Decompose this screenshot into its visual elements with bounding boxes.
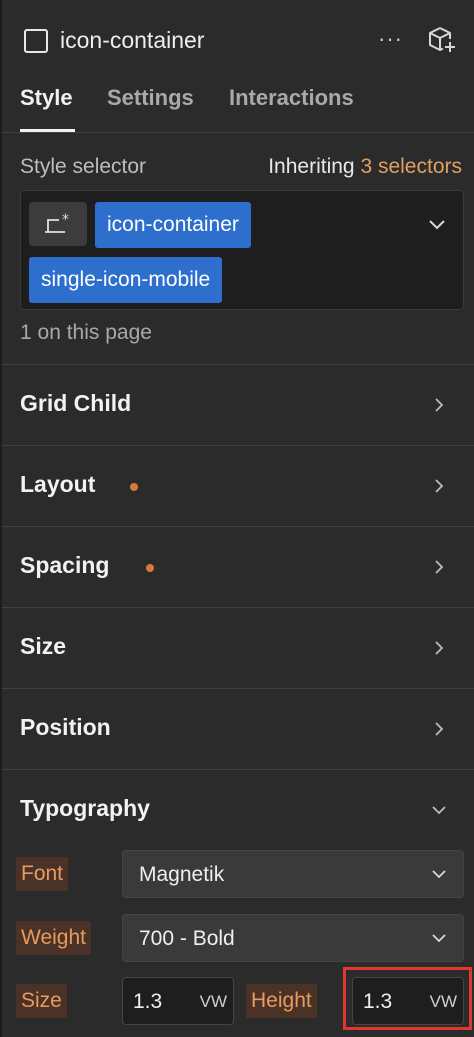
svg-text:*: * [62, 212, 69, 228]
weight-select[interactable]: 700 - Bold [122, 914, 464, 962]
class-type-button[interactable]: * [29, 202, 87, 246]
font-value: Magnetik [139, 863, 225, 886]
class-selector-icon: * [45, 212, 69, 233]
chevron-down-icon [432, 870, 446, 879]
chevron-right-icon [435, 398, 444, 412]
chevron-right-icon [435, 479, 444, 493]
style-panel: icon-container ··· Style Settings Intera… [0, 0, 474, 1037]
modified-dot [130, 483, 138, 491]
section-title: Layout [20, 471, 96, 497]
tab-interactions[interactable]: Interactions [229, 85, 354, 111]
weight-value: 700 - Bold [139, 927, 235, 950]
chevron-down-icon [432, 934, 446, 943]
chevron-down-icon[interactable] [430, 803, 448, 817]
section-title: Spacing [20, 552, 110, 578]
inheriting-prefix: Inheriting [268, 155, 355, 178]
cube-plus-icon[interactable] [426, 24, 458, 56]
font-size-input[interactable]: 1.3 VW [122, 977, 234, 1025]
on-page-count: 1 on this page [20, 321, 152, 344]
tab-style[interactable]: Style [20, 85, 73, 111]
chevron-right-icon [435, 641, 444, 655]
section-layout[interactable]: Layout [2, 445, 474, 526]
element-name: icon-container [60, 27, 205, 53]
more-horizontal-icon[interactable]: ··· [378, 24, 408, 54]
selector-chip-icon-container[interactable]: icon-container [95, 202, 251, 248]
font-select[interactable]: Magnetik [122, 850, 464, 898]
panel-header: icon-container ··· [2, 0, 474, 76]
chevron-down-icon[interactable] [427, 215, 447, 235]
selector-field[interactable]: * icon-container single-icon-mobile [20, 190, 464, 310]
panel-tabs: Style Settings Interactions [2, 76, 474, 133]
weight-label[interactable]: Weight [16, 921, 91, 955]
selector-chip-single-icon-mobile[interactable]: single-icon-mobile [29, 257, 223, 303]
chevron-right-icon [435, 722, 444, 736]
section-spacing[interactable]: Spacing [2, 526, 474, 607]
section-title: Grid Child [20, 390, 132, 416]
font-size-unit[interactable]: VW [200, 992, 227, 1012]
chevron-right-icon [435, 560, 444, 574]
inheriting-info[interactable]: Inheriting 3 selectors [268, 155, 462, 179]
font-label[interactable]: Font [16, 857, 69, 891]
font-size-value: 1.3 [133, 990, 163, 1013]
tab-settings[interactable]: Settings [107, 85, 194, 111]
active-tab-indicator [20, 129, 75, 132]
section-title: Position [20, 714, 111, 740]
section-title[interactable]: Typography [20, 795, 150, 822]
style-selector-label: Style selector [20, 155, 147, 178]
section-title: Size [20, 633, 67, 659]
modified-dot [146, 564, 154, 572]
element-box-icon [24, 29, 48, 53]
height-label[interactable]: Height [246, 984, 317, 1018]
section-size[interactable]: Size [2, 607, 474, 688]
highlight-annotation [343, 967, 472, 1030]
inheriting-count[interactable]: 3 selectors [360, 155, 462, 178]
section-position[interactable]: Position [2, 688, 474, 769]
size-label[interactable]: Size [16, 984, 67, 1018]
section-grid-child[interactable]: Grid Child [2, 364, 474, 445]
